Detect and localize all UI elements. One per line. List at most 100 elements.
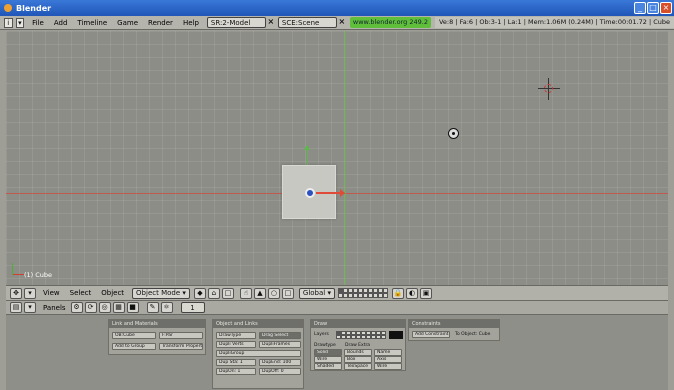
add-constraint-button[interactable]: Add Constraint	[412, 331, 450, 338]
pivot-icon[interactable]: ⌂	[207, 287, 220, 299]
add-to-group-button[interactable]: Add to Group	[112, 343, 156, 350]
screen-selector[interactable]: SR:2-Model	[206, 17, 266, 28]
object-layer-buttons[interactable]	[336, 331, 386, 339]
collapse-header-icon[interactable]: ▾	[24, 287, 36, 299]
draw-type-field[interactable]: DrawType	[216, 332, 256, 339]
scene-context-icon[interactable]: ✎	[146, 302, 159, 313]
maximize-button[interactable]: □	[647, 2, 659, 14]
draw-panel: Draw Layers Drawtype Draw Extra Solid Bo…	[310, 319, 406, 371]
draw-type-icon[interactable]: ◆	[193, 287, 206, 299]
dup-end-field[interactable]: DupEnd: 100	[259, 359, 301, 366]
collapse-buttons-icon[interactable]: ▾	[24, 302, 36, 313]
minimize-button[interactable]: _	[634, 2, 646, 14]
close-button[interactable]: ×	[660, 2, 672, 14]
mode-label: Object Mode	[136, 289, 181, 297]
shaded-button[interactable]: Shaded	[314, 363, 342, 370]
physics-context-icon[interactable]: ⚛	[160, 302, 173, 313]
title-bar: Blender _ □ ×	[0, 0, 674, 16]
delete-screen-icon[interactable]: ×	[267, 17, 275, 28]
3d-cursor-icon[interactable]	[538, 78, 560, 100]
dup-on-field[interactable]: DupOn: 1	[216, 368, 256, 375]
render-preview-icon[interactable]: ◐	[406, 287, 418, 299]
buttons-window: Link and Materials OB:Cube F:Par Add to …	[6, 315, 668, 390]
x-ray-button[interactable]: Wire	[374, 363, 402, 370]
panel-title: Constraints	[409, 320, 499, 328]
transform-button[interactable]: Transform Properties	[159, 343, 203, 350]
box-button[interactable]: Box	[344, 356, 372, 363]
snap-icon[interactable]: □	[221, 287, 234, 299]
object-origin-icon	[305, 188, 315, 198]
script-context-icon[interactable]: ⟳	[84, 302, 97, 313]
3d-view-header: ✥ ▾ View Select Object Object Mode ▾ ◆ ⌂…	[6, 285, 668, 301]
panel-title: Link and Materials	[109, 320, 205, 328]
draw-extra-label: Draw Extra	[345, 343, 371, 348]
buttons-editor-icon[interactable]: ▤	[10, 302, 22, 313]
dupli-frames-button[interactable]: DupliFrames	[259, 341, 301, 348]
manipulator-toggle-icon[interactable]: ☝	[239, 287, 252, 299]
shading-group: ◆ ⌂ □	[193, 287, 236, 299]
window-title: Blender	[16, 3, 52, 13]
axis-button[interactable]: Axis	[374, 356, 402, 363]
menu-file[interactable]: File	[27, 19, 49, 27]
menu-add[interactable]: Add	[49, 19, 73, 27]
object-color-swatch[interactable]	[389, 331, 403, 339]
shading-context-icon[interactable]: ◎	[98, 302, 111, 313]
drawtype-label: Drawtype	[314, 343, 336, 348]
dup-off-field[interactable]: DupOff: 0	[259, 368, 301, 375]
name-button[interactable]: Name	[374, 349, 402, 356]
delete-scene-icon[interactable]: ×	[338, 17, 346, 28]
menu-select[interactable]: Select	[65, 289, 97, 297]
parent-field[interactable]: F:Par	[159, 332, 203, 339]
z-manipulator-arrow[interactable]	[304, 145, 310, 165]
camera-icon[interactable]: ▣	[420, 287, 432, 299]
window-controls: _ □ ×	[634, 2, 672, 14]
active-object-label: (1) Cube	[24, 271, 53, 279]
screen-name: SR:2-Model	[210, 18, 251, 27]
frame-field[interactable]: 1	[180, 302, 205, 313]
lamp-object-icon[interactable]	[448, 128, 459, 139]
editor-type-icon[interactable]: ✥	[10, 287, 22, 299]
scale-icon[interactable]: □	[281, 287, 294, 299]
scene-name: SCE:Scene	[281, 18, 320, 27]
dupli-verts-button[interactable]: Dupli Verts	[216, 341, 256, 348]
menu-view[interactable]: View	[38, 289, 65, 297]
editing-context-icon[interactable]: ■	[126, 302, 139, 313]
to-object-label: To Object: Cube	[455, 332, 491, 337]
y-axis-line	[345, 31, 346, 285]
menu-help[interactable]: Help	[178, 19, 204, 27]
scene-selector[interactable]: SCE:Scene	[277, 17, 337, 28]
x-manipulator-arrow[interactable]	[316, 189, 345, 197]
collapse-menus-icon[interactable]: ▾	[15, 17, 25, 28]
3d-viewport[interactable]: (1) Cube	[6, 31, 668, 285]
menu-game[interactable]: Game	[112, 19, 143, 27]
panels-label: Panels	[43, 303, 66, 312]
frame-value: 1	[190, 303, 195, 312]
layer-buttons[interactable]	[338, 288, 388, 298]
info-header: i ▾ File Add Timeline Game Render Help S…	[0, 16, 674, 30]
drag-select-button[interactable]: Drag Select	[259, 332, 301, 339]
blender-logo-icon	[4, 4, 12, 12]
link-materials-panel: Link and Materials OB:Cube F:Par Add to …	[108, 319, 206, 355]
scene-stats: Ve:8 | Fa:6 | Ob:3-1 | La:1 | Mem:1.06M …	[434, 17, 674, 28]
wire-button[interactable]: Wire	[314, 356, 342, 363]
blender-url[interactable]: www.blender.org 249.2	[349, 17, 431, 28]
mode-selector[interactable]: Object Mode ▾	[132, 287, 190, 299]
translate-icon[interactable]: ▲	[253, 287, 266, 299]
rotate-icon[interactable]: ○	[267, 287, 280, 299]
solid-button[interactable]: Solid	[314, 349, 342, 356]
object-context-icon[interactable]: ▦	[112, 302, 125, 313]
dup-start-field[interactable]: Dup Sta: 1	[216, 359, 256, 366]
menu-timeline[interactable]: Timeline	[72, 19, 112, 27]
object-name-field[interactable]: OB:Cube	[112, 332, 156, 339]
constraints-panel: Constraints Add Constraint To Object: Cu…	[408, 319, 500, 341]
menu-render[interactable]: Render	[143, 19, 178, 27]
dupli-group-button[interactable]: DupliGroup	[216, 350, 301, 357]
lock-icon[interactable]: 🔒	[392, 287, 404, 299]
logic-context-icon[interactable]: ⚙	[70, 302, 83, 313]
info-icon[interactable]: i	[4, 17, 13, 28]
buttons-header: ▤ ▾ Panels ⚙ ⟳ ◎ ▦ ■ ✎ ⚛ 1	[6, 301, 668, 315]
menu-object[interactable]: Object	[96, 289, 129, 297]
texspace-button[interactable]: TexSpace	[344, 363, 372, 370]
bounds-button[interactable]: Bounds	[344, 349, 372, 356]
orientation-selector[interactable]: Global ▾	[298, 287, 335, 299]
